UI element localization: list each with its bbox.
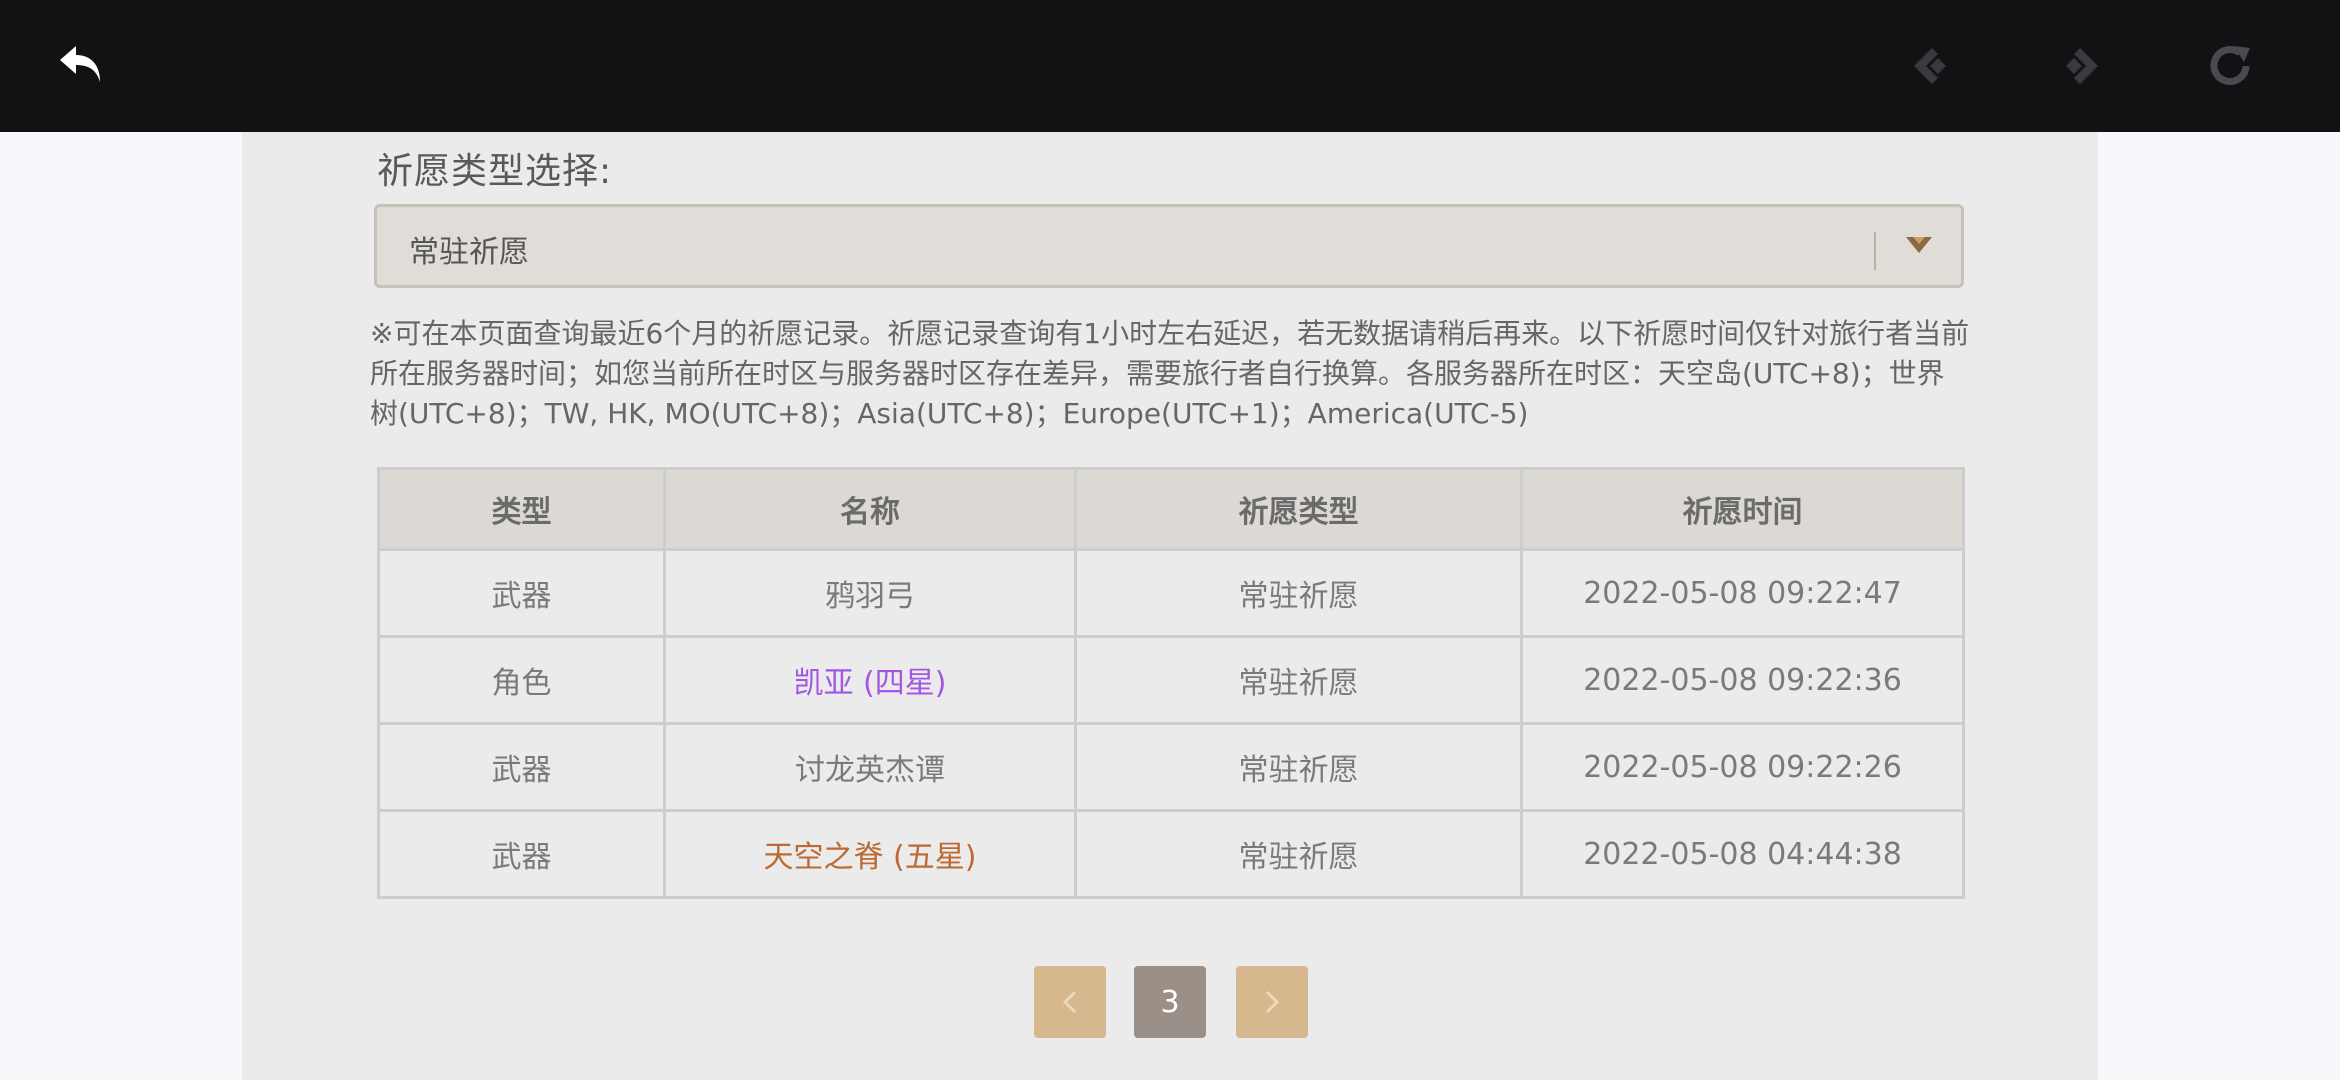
cell-time: 2022-05-08 09:22:36	[1520, 635, 1965, 725]
page-back-button[interactable]	[1896, 30, 1968, 102]
table-row: 武器 天空之脊 (五星) 常驻祈愿 2022-05-08 04:44:38	[377, 809, 1965, 899]
chevron-left-icon	[1062, 990, 1077, 1014]
cell-wish-type: 常驻祈愿	[1074, 809, 1523, 899]
cell-name: 讨龙英杰谭	[663, 722, 1077, 812]
header-wish-time: 祈愿时间	[1520, 467, 1965, 551]
cell-type: 武器	[377, 722, 666, 812]
chevron-right-icon	[1265, 990, 1280, 1014]
diamond-forward-icon	[2066, 48, 2098, 84]
table-header-row: 类型 名称 祈愿类型 祈愿时间	[377, 467, 1965, 551]
table-row: 武器 鸦羽弓 常驻祈愿 2022-05-08 09:22:47	[377, 548, 1965, 638]
refresh-icon	[2210, 46, 2250, 85]
cell-type: 武器	[377, 809, 666, 899]
wish-notice-text: ※可在本页面查询最近6个月的祈愿记录。祈愿记录查询有1小时左右延迟，若无数据请稍…	[370, 317, 1970, 430]
back-arrow-icon	[60, 46, 100, 82]
cell-time: 2022-05-08 09:22:26	[1520, 722, 1965, 812]
prev-page-button[interactable]	[1034, 966, 1106, 1038]
wish-type-selected-value: 常驻祈愿	[409, 235, 529, 270]
cell-time: 2022-05-08 04:44:38	[1520, 809, 1965, 899]
cell-wish-type: 常驻祈愿	[1074, 548, 1523, 638]
current-page-indicator[interactable]: 3	[1134, 966, 1206, 1038]
header-name: 名称	[663, 467, 1077, 551]
cell-type: 武器	[377, 548, 666, 638]
page-forward-button[interactable]	[2044, 30, 2116, 102]
table-row: 武器 讨龙英杰谭 常驻祈愿 2022-05-08 09:22:26	[377, 722, 1965, 812]
wish-records-table: 类型 名称 祈愿类型 祈愿时间 武器 鸦羽弓 常驻祈愿 2022-05-08 0…	[377, 467, 1965, 899]
select-divider	[1874, 232, 1876, 270]
wish-type-label: 祈愿类型选择:	[377, 151, 613, 192]
cell-name: 凯亚 (四星)	[663, 635, 1077, 725]
wish-history-panel: 祈愿类型选择: 常驻祈愿 ※可在本页面查询最近6个月的祈愿记录。祈愿记录查询有1…	[242, 132, 2098, 1080]
cell-wish-type: 常驻祈愿	[1074, 722, 1523, 812]
cell-name: 鸦羽弓	[663, 548, 1077, 638]
cell-type: 角色	[377, 635, 666, 725]
refresh-button[interactable]	[2194, 30, 2266, 102]
wish-type-select[interactable]: 常驻祈愿	[374, 204, 1964, 288]
cell-name: 天空之脊 (五星)	[663, 809, 1077, 899]
cell-wish-type: 常驻祈愿	[1074, 635, 1523, 725]
top-toolbar	[0, 0, 2340, 132]
cell-time: 2022-05-08 09:22:47	[1520, 548, 1965, 638]
header-type: 类型	[377, 467, 666, 551]
back-button[interactable]	[46, 30, 118, 102]
next-page-button[interactable]	[1236, 966, 1308, 1038]
diamond-back-icon	[1914, 48, 1946, 84]
header-wish-type: 祈愿类型	[1074, 467, 1523, 551]
chevron-down-icon[interactable]	[1902, 228, 1936, 262]
table-row: 角色 凯亚 (四星) 常驻祈愿 2022-05-08 09:22:36	[377, 635, 1965, 725]
